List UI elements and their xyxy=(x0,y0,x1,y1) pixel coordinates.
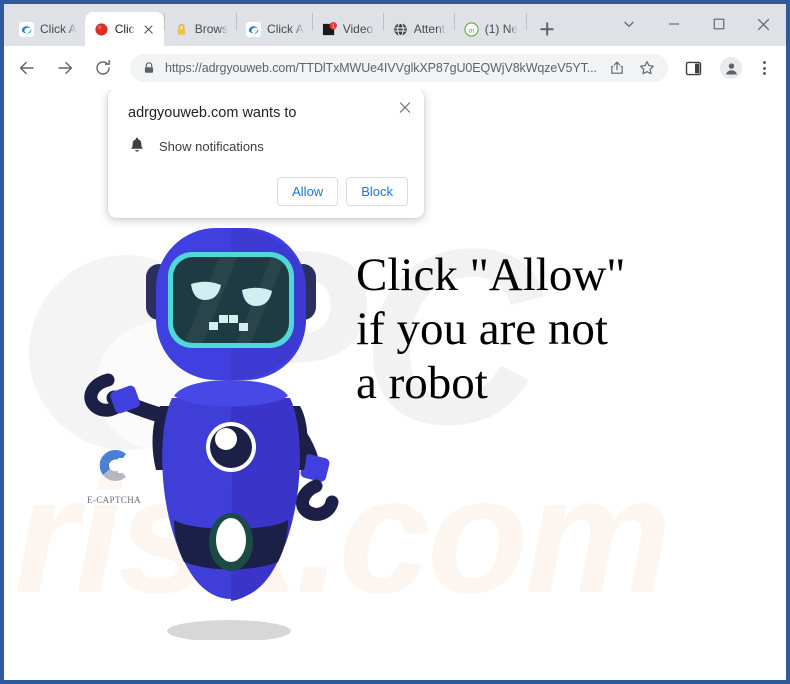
tab-label: Attent xyxy=(413,22,446,36)
robot-mouth-pixel xyxy=(239,323,248,331)
forward-button[interactable] xyxy=(49,52,81,84)
tab-close-icon[interactable] xyxy=(141,22,156,37)
robot-shadow xyxy=(167,620,291,642)
dialog-title: adrgyouweb.com wants to xyxy=(128,105,297,121)
captcha-label: E-CAPTCHA xyxy=(86,495,142,505)
bookmark-button[interactable] xyxy=(634,55,660,81)
svg-text:1: 1 xyxy=(332,23,335,29)
tab-label: Click A xyxy=(267,22,304,36)
arrow-right-icon xyxy=(58,61,73,75)
robot-illustration xyxy=(64,220,364,642)
maximize-button[interactable] xyxy=(696,4,741,44)
kebab-menu-icon xyxy=(762,61,766,64)
block-button[interactable]: Block xyxy=(346,177,408,206)
browser-tab-active[interactable]: Clic xyxy=(84,12,164,46)
address-bar[interactable]: https://adrgyouweb.com/TTDlTxMWUe4IVVglk… xyxy=(130,54,668,82)
globe-icon xyxy=(394,22,407,36)
tab-label: (1) Ne xyxy=(484,22,519,36)
arrow-left-icon xyxy=(19,61,34,75)
tab-divider xyxy=(526,12,528,30)
lock-icon xyxy=(144,62,154,73)
robot-mouth-pixel xyxy=(219,315,228,323)
browser-tab[interactable]: Click A xyxy=(10,12,85,46)
tab-label: Video xyxy=(342,22,374,36)
side-panel-icon xyxy=(685,61,701,75)
tab-label: Clic xyxy=(114,22,135,36)
profile-avatar-icon xyxy=(725,62,737,74)
permission-label: Show notifications xyxy=(159,138,264,154)
robot-mouth-pixel xyxy=(209,322,218,330)
captcha-c-icon xyxy=(99,449,129,481)
minimize-button[interactable] xyxy=(651,4,696,44)
omnibox-actions xyxy=(602,55,662,81)
browser-tab[interactable]: Brows xyxy=(165,12,236,46)
robot-chest-dot xyxy=(215,428,237,450)
window-controls xyxy=(606,4,786,44)
share-icon xyxy=(611,61,623,74)
reload-button[interactable] xyxy=(87,52,119,84)
robot-collar xyxy=(174,380,288,407)
tab-label: Brows xyxy=(194,22,229,36)
page-content: PC risk.com Click "Allow" if you are not… xyxy=(4,90,786,680)
browser-tab[interactable]: 1 Video xyxy=(313,12,383,46)
browser-tab[interactable]: Attent xyxy=(384,12,454,46)
minimize-icon xyxy=(668,23,679,25)
robot-right-hand xyxy=(296,479,339,521)
browser-tab[interactable]: m (1) Ne xyxy=(455,12,526,46)
red-dot-icon xyxy=(95,22,108,36)
browser-toolbar: https://adrgyouweb.com/TTDlTxMWUe4IVVglk… xyxy=(4,46,786,90)
edge-swirl-icon xyxy=(19,21,34,37)
video-badge-icon: 1 xyxy=(322,21,337,35)
share-button[interactable] xyxy=(604,55,630,81)
yellow-lock-icon xyxy=(177,23,185,35)
browser-window: Click A Clic Brows Click A 1 Video Atten… xyxy=(0,0,790,684)
headline-line-3: a robot xyxy=(356,357,488,410)
permission-row: Show notifications xyxy=(128,137,408,155)
headline-line-1: Click "Allow" xyxy=(356,249,626,301)
svg-text:m: m xyxy=(468,25,474,34)
dialog-close-icon[interactable] xyxy=(396,99,414,117)
new-tab-button[interactable] xyxy=(533,15,561,43)
browser-tab[interactable]: Click A xyxy=(237,12,312,46)
maximize-icon xyxy=(713,18,724,30)
close-button[interactable] xyxy=(741,4,786,44)
bell-icon xyxy=(131,137,143,152)
dialog-actions: Allow Block xyxy=(128,177,408,206)
reload-icon xyxy=(96,59,110,75)
robot-mouth-pixel xyxy=(229,315,238,323)
tab-label: Click A xyxy=(40,22,77,36)
robot-graphic xyxy=(84,228,339,642)
headline-line-2: if you are not xyxy=(356,303,608,356)
edge-swirl-icon xyxy=(246,21,262,37)
allow-button[interactable]: Allow xyxy=(277,177,339,206)
url-text: https://adrgyouweb.com/TTDlTxMWUe4IVVglk… xyxy=(165,61,597,75)
tab-search-button[interactable] xyxy=(606,4,651,44)
back-button[interactable] xyxy=(11,52,43,84)
avatar xyxy=(720,57,742,79)
close-icon xyxy=(757,18,770,30)
star-icon xyxy=(640,61,654,75)
side-panel-button[interactable] xyxy=(677,52,709,84)
chevron-down-icon xyxy=(623,21,634,28)
page-headline: Click "Allow" if you are not a robot xyxy=(356,248,625,410)
robot-buckle xyxy=(216,518,246,562)
profile-button[interactable] xyxy=(715,52,747,84)
captcha-logo: E-CAPTCHA xyxy=(74,442,154,505)
notification-permission-dialog: adrgyouweb.com wants to Show notificatio… xyxy=(108,90,424,218)
green-m-icon: m xyxy=(464,21,479,37)
tab-strip: Click A Clic Brows Click A 1 Video Atten… xyxy=(4,4,786,46)
browser-menu-button[interactable] xyxy=(750,52,778,84)
